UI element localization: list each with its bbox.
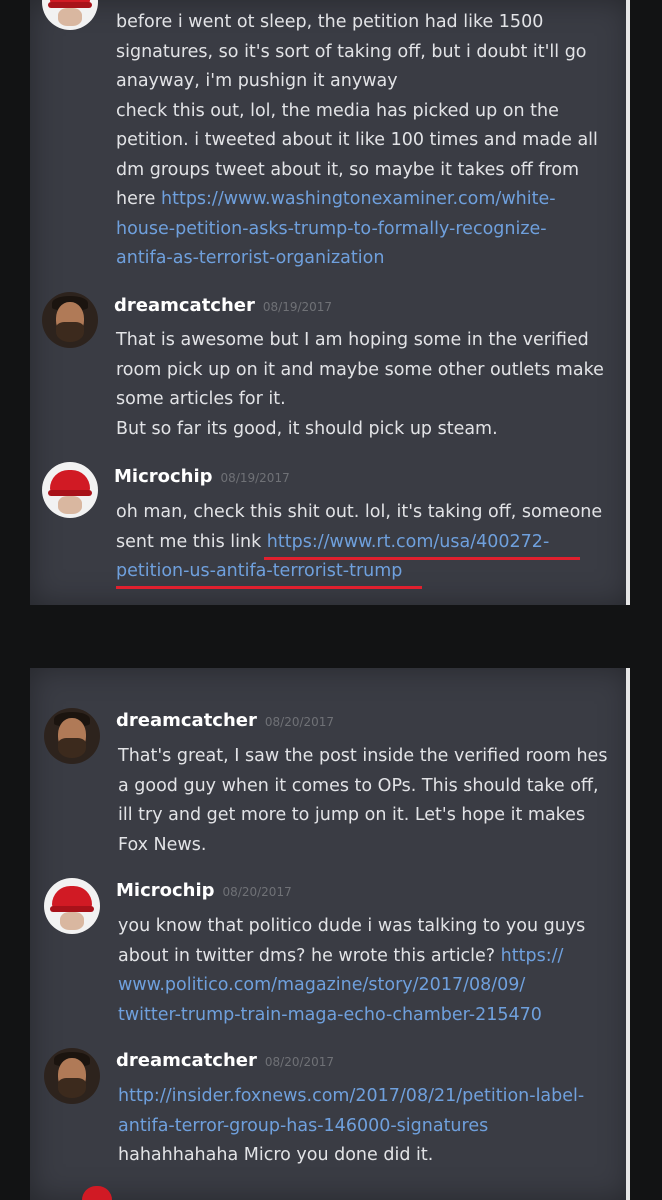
chat-screenshot-top: before i went ot sleep, the petition had… <box>30 0 630 605</box>
dreamcatcher-avatar[interactable] <box>44 1048 100 1104</box>
foxnews-link[interactable]: http://insider.foxnews.com/2017/08/21/pe… <box>118 1086 584 1106</box>
user-avatar-partial[interactable] <box>42 0 98 30</box>
microchip-avatar[interactable] <box>42 462 98 518</box>
message-header: Microchip 08/20/2017 <box>116 880 292 901</box>
microchip-avatar[interactable] <box>44 878 100 934</box>
panel-edge <box>626 0 630 605</box>
highlight-underline <box>264 557 580 560</box>
message-body: That's great, I saw the post inside the … <box>118 746 608 855</box>
highlight-underline <box>116 586 422 589</box>
message-body: That is awesome but I am hoping some in … <box>116 330 604 439</box>
red-cap-icon <box>50 470 90 492</box>
washingtonexaminer-link-cont[interactable]: house-petition-asks-trump-to-formally-re… <box>116 219 547 239</box>
foxnews-link-cont[interactable]: antifa-terror-group-has-146000-signature… <box>118 1116 488 1136</box>
politico-link-cont[interactable]: twitter-trump-train-maga-echo-chamber-21… <box>118 1005 542 1025</box>
timestamp: 08/20/2017 <box>222 885 292 899</box>
username[interactable]: Microchip <box>114 466 213 487</box>
rt-link-cont[interactable]: petition-us-antifa-terrorist-trump <box>116 561 402 581</box>
message-body: oh man, check this shit out. lol, it's t… <box>116 502 603 581</box>
username[interactable]: dreamcatcher <box>116 1050 257 1071</box>
timestamp: 08/19/2017 <box>220 471 290 485</box>
message-body: http://insider.foxnews.com/2017/08/21/pe… <box>118 1086 585 1165</box>
message-header: Microchip 08/19/2017 <box>114 466 290 487</box>
message-body: before i went ot sleep, the petition had… <box>116 12 598 268</box>
timestamp: 08/19/2017 <box>262 300 333 314</box>
timestamp: 08/20/2017 <box>264 1055 335 1069</box>
chat-screenshot-bottom: dreamcatcher 08/20/2017 That's great, I s… <box>30 668 630 1200</box>
username[interactable]: dreamcatcher <box>114 295 255 316</box>
politico-link-cont[interactable]: www.politico.com/magazine/story/2017/08/… <box>118 975 525 995</box>
dreamcatcher-avatar[interactable] <box>44 708 100 764</box>
panel-edge <box>626 668 630 1200</box>
politico-link[interactable]: https:// <box>501 946 564 966</box>
message-body: you know that politico dude i was talkin… <box>118 916 586 1025</box>
dreamcatcher-avatar[interactable] <box>42 292 98 348</box>
red-cap-icon <box>52 886 92 908</box>
username[interactable]: dreamcatcher <box>116 710 257 731</box>
message-header: dreamcatcher 08/19/2017 <box>114 295 332 316</box>
washingtonexaminer-link[interactable]: https://www.washingtonexaminer.com/white… <box>161 189 556 209</box>
message-header: dreamcatcher 08/20/2017 <box>116 710 334 731</box>
rt-link[interactable]: https://www.rt.com/usa/400272- <box>267 532 549 552</box>
washingtonexaminer-link-cont[interactable]: antifa-as-terrorist-organization <box>116 248 384 268</box>
username[interactable]: Microchip <box>116 880 215 901</box>
message-header: dreamcatcher 08/20/2017 <box>116 1050 334 1071</box>
timestamp: 08/20/2017 <box>264 715 335 729</box>
